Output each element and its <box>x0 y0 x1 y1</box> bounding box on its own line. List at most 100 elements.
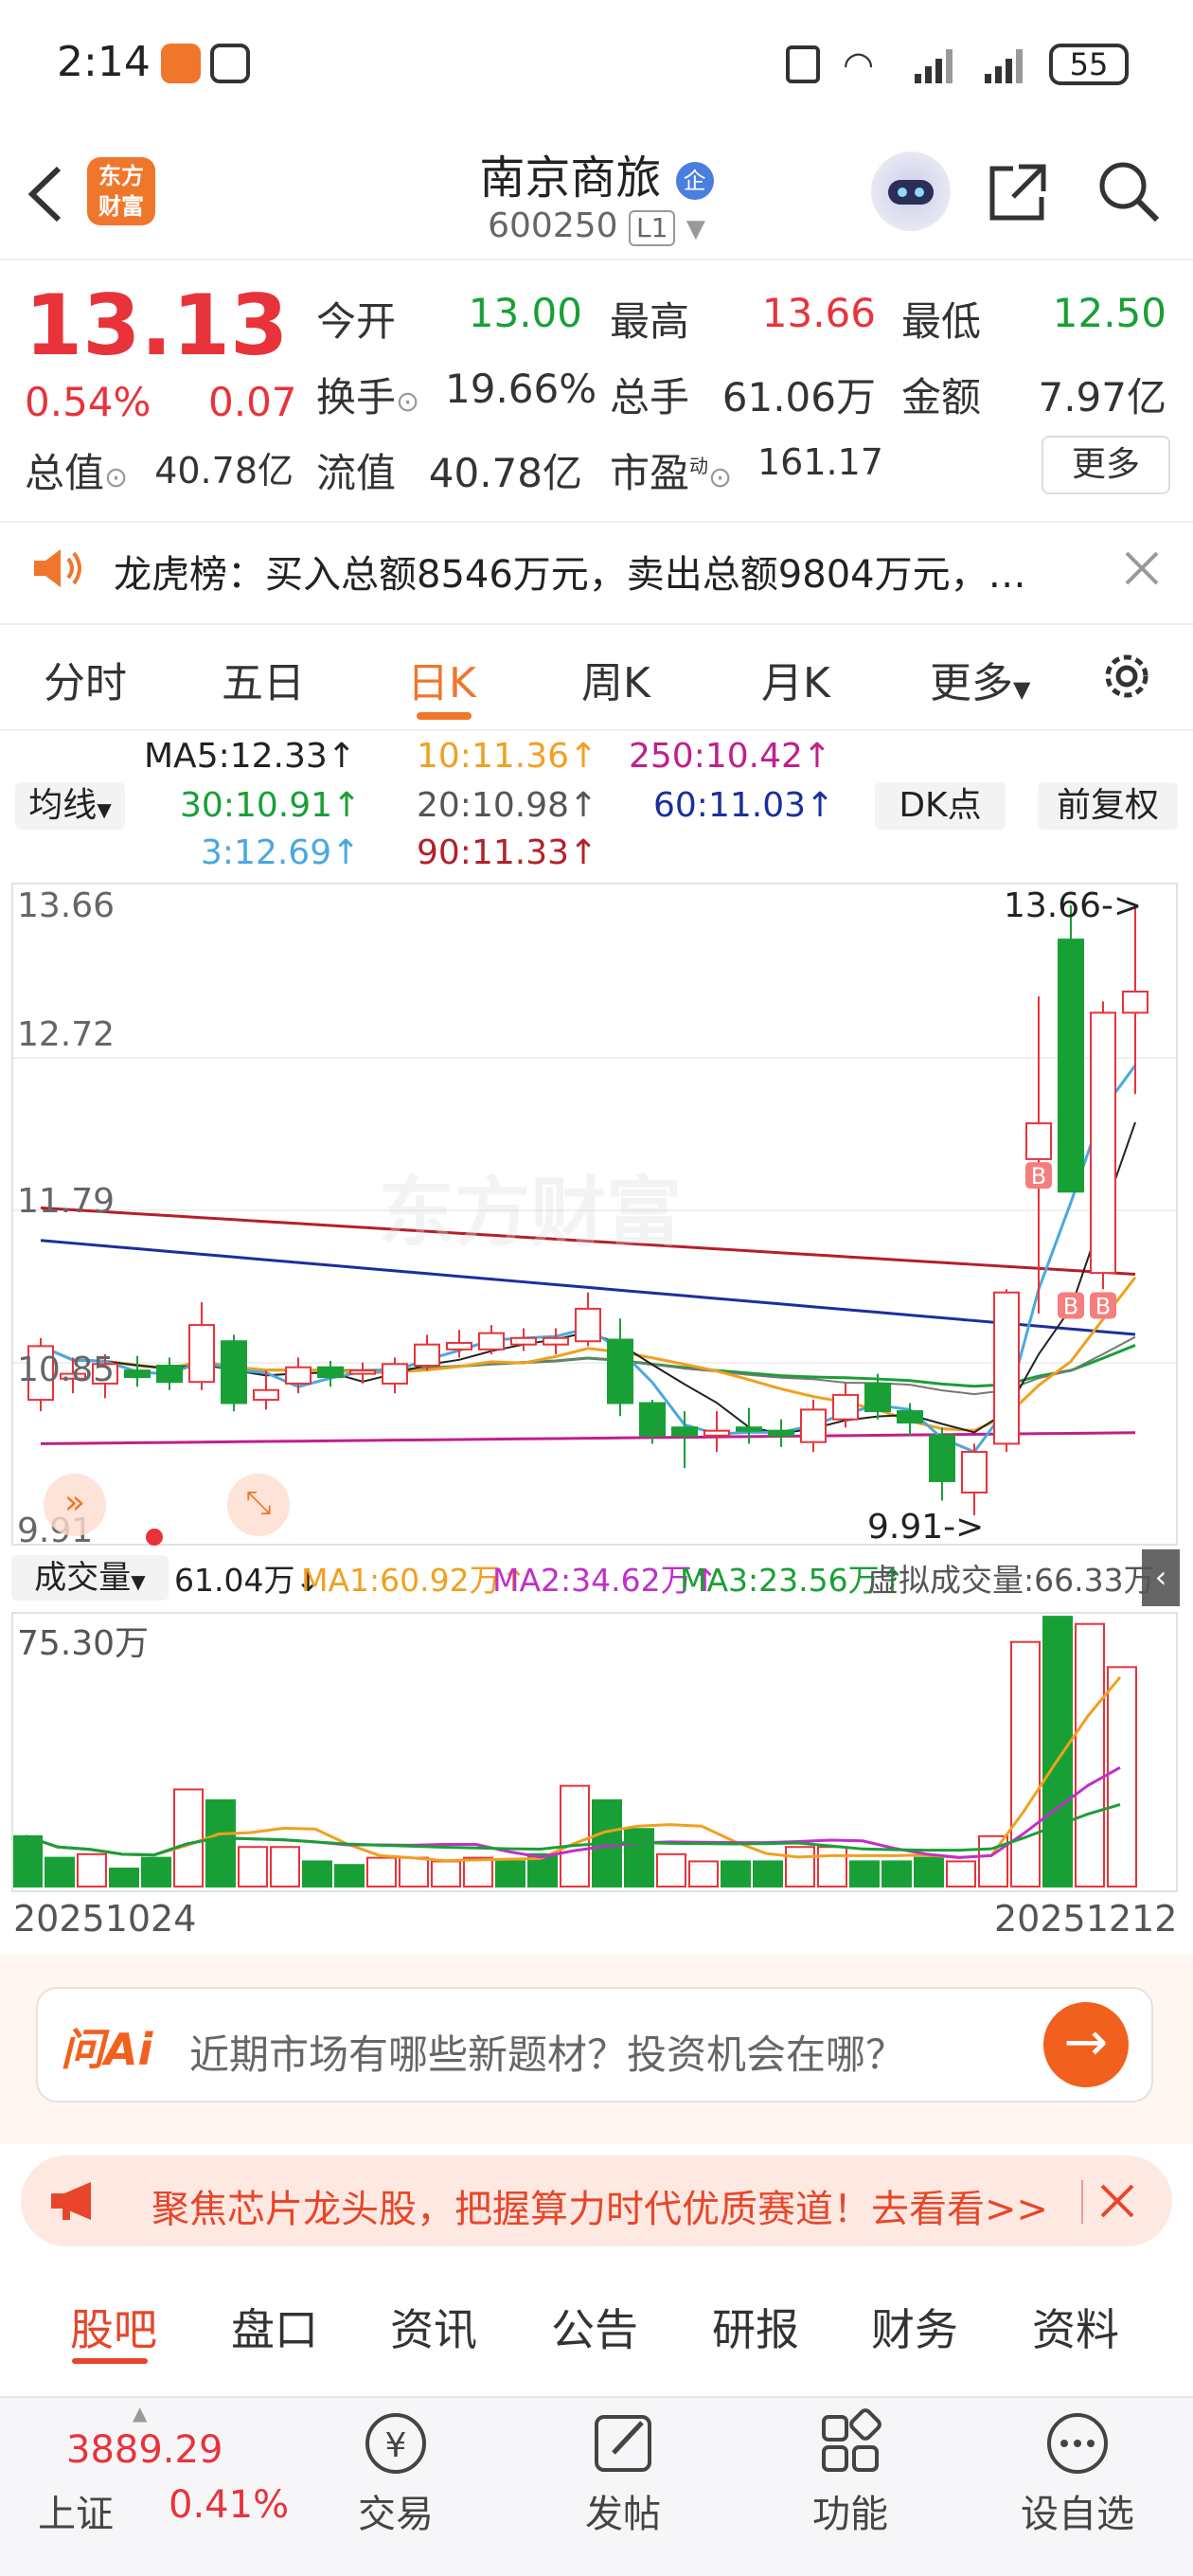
ma-select[interactable]: 均线▼ <box>15 782 125 830</box>
ma-select-label: 均线 <box>28 786 98 825</box>
nav-post[interactable]: 发帖 <box>547 2483 699 2538</box>
volume-bar <box>849 1860 880 1888</box>
tab-more[interactable]: 更多▼ <box>930 649 1030 709</box>
high-annotation: 13.66-> <box>1004 886 1143 925</box>
tab-research[interactable]: 研报 <box>712 2296 799 2358</box>
high-label: 最高 <box>610 298 690 345</box>
candle-body <box>285 1366 312 1385</box>
mktcap-value: 40.78亿 <box>154 450 294 492</box>
settings-gear-icon[interactable] <box>1098 648 1155 705</box>
nav-functions[interactable]: 功能 <box>775 2483 926 2538</box>
signal-icon-1 <box>915 45 962 83</box>
close-icon[interactable] <box>1123 549 1161 587</box>
share-icon[interactable] <box>985 159 1051 225</box>
ma250-line <box>40 1431 1136 1445</box>
info-icon[interactable]: ⊙ <box>396 385 419 419</box>
volume-axis-max: 75.30万 <box>17 1624 150 1663</box>
candle-body <box>414 1343 440 1368</box>
tab-guba[interactable]: 股吧 <box>70 2296 157 2358</box>
watermark: 东方财富 <box>379 1169 682 1257</box>
nav-watchlist[interactable]: 设自选 <box>1002 2483 1153 2538</box>
candle-body <box>446 1341 472 1351</box>
end-date: 20251212 <box>994 1898 1178 1940</box>
trade-icon[interactable]: ¥ <box>320 2406 472 2481</box>
notice-text[interactable]: 龙虎榜：买入总额8546万元，卖出总额9804万元，… <box>114 544 1060 599</box>
candle-body <box>607 1338 633 1404</box>
high-value: 13.66 <box>761 290 876 336</box>
index-value[interactable]: 3889.29 <box>66 2428 223 2472</box>
stock-code: 600250 <box>488 206 618 245</box>
divider <box>0 729 1193 731</box>
dk-point-select[interactable]: DK点 <box>875 782 1006 830</box>
nav-trade[interactable]: 交易 <box>320 2483 472 2538</box>
candle-body <box>349 1369 376 1375</box>
candle-body <box>800 1408 827 1443</box>
tab-intraday[interactable]: 分时 <box>44 649 127 709</box>
grid-icon[interactable] <box>775 2406 926 2481</box>
post-icon[interactable] <box>547 2406 699 2481</box>
volume-select[interactable]: 成交量▼ <box>11 1555 169 1601</box>
ma250-label: 250:10.42↑ <box>629 737 832 776</box>
buy-marker-label: B <box>1095 1293 1111 1319</box>
candle-body <box>543 1336 569 1346</box>
vibrate-icon <box>786 45 820 83</box>
candle-body <box>703 1429 730 1437</box>
volume-bar <box>1042 1616 1073 1888</box>
volume-bar <box>560 1784 590 1887</box>
chevron-down-icon: ▼ <box>97 798 112 821</box>
volume-bar <box>817 1846 847 1888</box>
float-value: 40.78亿 <box>428 450 582 496</box>
arrow-right-icon[interactable]: → <box>1043 2002 1129 2087</box>
search-icon[interactable] <box>1095 157 1163 225</box>
svg-text:¥: ¥ <box>385 2426 407 2465</box>
pe-label: 市盈动⊙ <box>610 441 732 499</box>
volume-bar <box>302 1860 332 1888</box>
tab-finance[interactable]: 财务 <box>871 2296 958 2358</box>
last-price: 13.13 <box>25 277 289 374</box>
tab-pankou[interactable]: 盘口 <box>231 2296 318 2358</box>
volume-value: 61.06万 <box>721 374 876 420</box>
candle-body <box>317 1366 344 1379</box>
mktcap-label: 总值⊙ <box>25 441 128 499</box>
volume-bar <box>946 1860 976 1888</box>
info-icon[interactable]: ⊙ <box>708 461 732 494</box>
active-tab-indicator <box>417 712 472 720</box>
tab-five-day[interactable]: 五日 <box>222 649 305 709</box>
tab-monthly-k[interactable]: 月K <box>761 649 830 709</box>
candle-body <box>188 1324 215 1384</box>
volume-bar <box>721 1860 751 1888</box>
fullscreen-icon[interactable]: ⤡ <box>227 1474 290 1536</box>
ai-logo: 问Ai <box>61 2024 153 2075</box>
tab-profile[interactable]: 资料 <box>1032 2296 1119 2358</box>
promo-text[interactable]: 聚焦芯片龙头股，把握算力时代优质赛道！去看看>> <box>151 2178 1048 2233</box>
volume-bar <box>785 1846 815 1888</box>
open-value: 13.00 <box>468 290 582 336</box>
event-dot[interactable] <box>146 1529 163 1546</box>
more-button[interactable]: 更多 <box>1042 436 1170 494</box>
chevron-down-icon: ▼ <box>131 1570 146 1593</box>
low-annotation: 9.91-> <box>867 1508 985 1547</box>
candle-body <box>575 1307 601 1343</box>
ma90-label: 90:11.33↑ <box>417 833 598 872</box>
ai-placeholder[interactable]: 近期市场有哪些新题材？投资机会在哪？ <box>189 2023 905 2081</box>
nfc-icon <box>210 44 250 83</box>
close-icon[interactable] <box>1098 2182 1136 2220</box>
tab-news[interactable]: 资讯 <box>390 2296 477 2358</box>
low-value: 12.50 <box>1052 290 1166 336</box>
tab-weekly-k[interactable]: 周K <box>581 649 650 709</box>
volume-bar <box>399 1856 429 1887</box>
clock: 2:14 <box>57 38 151 86</box>
tab-daily-k[interactable]: 日K <box>407 649 476 709</box>
volume-chart[interactable] <box>11 1612 1178 1892</box>
candle-body <box>1025 1122 1052 1160</box>
tab-announcements[interactable]: 公告 <box>551 2296 638 2358</box>
volume-bar <box>12 1834 43 1888</box>
info-icon[interactable]: ⊙ <box>104 461 128 494</box>
more-icon[interactable] <box>1002 2406 1153 2481</box>
candle-body <box>1122 991 1148 1014</box>
ai-robot-icon[interactable] <box>871 152 951 231</box>
change-percent: 0.54% <box>25 379 151 425</box>
expand-left-icon[interactable]: » <box>44 1474 106 1536</box>
adjust-select[interactable]: 前复权 <box>1038 782 1178 830</box>
volume-select-label: 成交量 <box>34 1559 132 1597</box>
